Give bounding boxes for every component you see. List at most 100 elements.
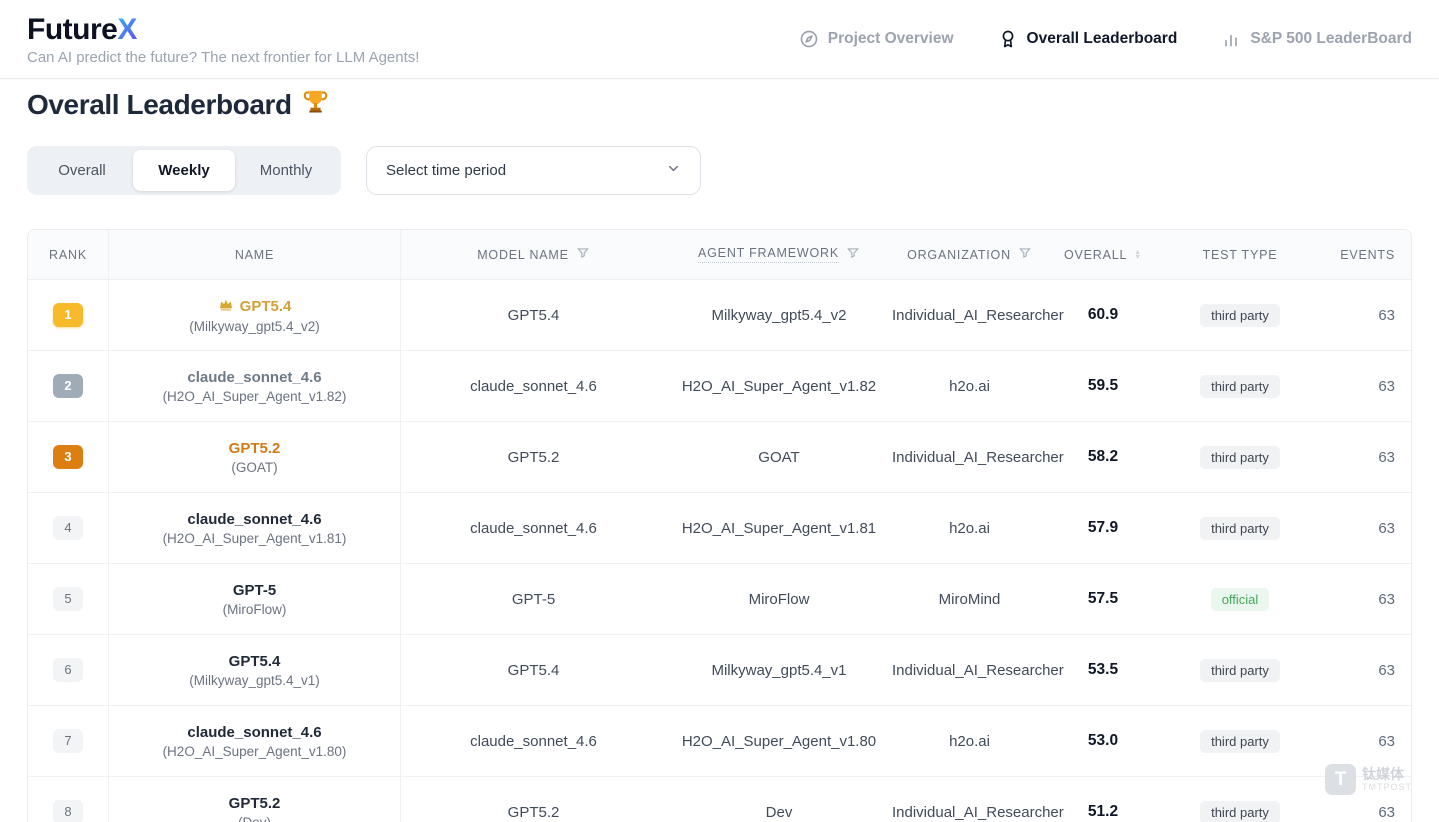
controls-row: Overall Weekly Monthly Select time perio…: [27, 146, 1412, 195]
cell-organization: Individual_AI_Researcher: [892, 777, 1047, 822]
top-bar: FutureX Can AI predict the future? The n…: [0, 0, 1439, 79]
agent-name: GPT5.4: [109, 296, 400, 316]
nav-label: S&P 500 LeaderBoard: [1250, 30, 1412, 48]
period-tab-group: Overall Weekly Monthly: [27, 146, 341, 195]
cell-framework: H2O_AI_Super_Agent_v1.81: [666, 493, 892, 564]
rank-badge: 7: [53, 729, 83, 753]
test-type-badge: third party: [1200, 446, 1280, 469]
col-header-organization[interactable]: ORGANIZATION: [892, 230, 1047, 280]
rank-badge: 2: [53, 374, 83, 398]
table-row[interactable]: 8 GPT5.2(Dev) GPT5.2 Dev Individual_AI_R…: [28, 777, 1412, 822]
agent-subname: (H2O_AI_Super_Agent_v1.80): [109, 744, 400, 759]
watermark-cjk-text: 钛媒体: [1362, 767, 1412, 782]
cell-framework: H2O_AI_Super_Agent_v1.80: [666, 706, 892, 777]
agent-name: claude_sonnet_4.6: [109, 511, 400, 528]
time-period-select[interactable]: Select time period: [366, 146, 701, 195]
test-type-badge: third party: [1200, 304, 1280, 327]
cell-events: 63: [1321, 422, 1412, 493]
cell-framework: H2O_AI_Super_Agent_v1.82: [666, 351, 892, 422]
bar-chart-icon: [1221, 29, 1241, 49]
cell-model: claude_sonnet_4.6: [401, 706, 666, 777]
cell-overall-score: 51.2: [1047, 777, 1159, 822]
agent-name: GPT5.2: [109, 795, 400, 812]
test-type-badge: third party: [1200, 659, 1280, 682]
agent-subname: (MiroFlow): [109, 602, 400, 617]
filter-icon[interactable]: [576, 246, 590, 263]
tmtpost-logo-icon: T: [1325, 764, 1356, 795]
cell-overall-score: 60.9: [1047, 280, 1159, 351]
agent-subname: (H2O_AI_Super_Agent_v1.82): [109, 389, 400, 404]
filter-icon[interactable]: [1018, 246, 1032, 263]
cell-overall-score: 57.9: [1047, 493, 1159, 564]
rank-badge: 5: [53, 587, 83, 611]
agent-name: claude_sonnet_4.6: [109, 724, 400, 741]
logo-text-future: Future: [27, 13, 117, 46]
cell-organization: h2o.ai: [892, 351, 1047, 422]
main-nav: Project Overview Overall Leaderboard S&P…: [799, 29, 1412, 49]
table-row[interactable]: 4 claude_sonnet_4.6(H2O_AI_Super_Agent_v…: [28, 493, 1412, 564]
leaderboard-table-card: RANK NAME MODEL NAME AGENT FRAMEWORK ORG…: [27, 229, 1412, 822]
col-header-overall[interactable]: OVERALL▲▼: [1047, 230, 1159, 280]
rank-badge: 1: [53, 303, 83, 327]
rank-badge: 3: [53, 445, 83, 469]
cell-overall-score: 57.5: [1047, 564, 1159, 635]
crown-icon: [218, 296, 234, 316]
table-row[interactable]: 7 claude_sonnet_4.6(H2O_AI_Super_Agent_v…: [28, 706, 1412, 777]
nav-item-project-overview[interactable]: Project Overview: [799, 29, 954, 49]
sort-icon[interactable]: ▲▼: [1134, 250, 1142, 260]
nav-item-sp500-leaderboard[interactable]: S&P 500 LeaderBoard: [1221, 29, 1412, 49]
col-header-name: NAME: [109, 230, 401, 280]
cell-overall-score: 58.2: [1047, 422, 1159, 493]
test-type-badge: third party: [1200, 517, 1280, 540]
tab-monthly[interactable]: Monthly: [235, 150, 337, 191]
agent-subname: (GOAT): [109, 460, 400, 475]
cell-events: 63: [1321, 493, 1412, 564]
test-type-badge: third party: [1200, 801, 1280, 822]
tmtpost-watermark: T 钛媒体 TMTPOST: [1325, 764, 1412, 795]
table-row[interactable]: 3 GPT5.2(GOAT) GPT5.2 GOAT Individual_AI…: [28, 422, 1412, 493]
page-title: Overall Leaderboard: [27, 88, 1412, 122]
cell-model: GPT5.4: [401, 635, 666, 706]
table-row[interactable]: 5 GPT-5(MiroFlow) GPT-5 MiroFlow MiroMin…: [28, 564, 1412, 635]
tab-weekly[interactable]: Weekly: [133, 150, 235, 191]
filter-icon[interactable]: [846, 246, 860, 263]
cell-organization: h2o.ai: [892, 493, 1047, 564]
table-row[interactable]: 1 GPT5.4(Milkyway_gpt5.4_v2) GPT5.4 Milk…: [28, 280, 1412, 351]
nav-item-overall-leaderboard[interactable]: Overall Leaderboard: [998, 29, 1178, 49]
agent-name: GPT-5: [109, 582, 400, 599]
cell-events: 63: [1321, 635, 1412, 706]
nav-label: Project Overview: [828, 30, 954, 48]
cell-model: GPT5.2: [401, 777, 666, 822]
cell-framework: Milkyway_gpt5.4_v2: [666, 280, 892, 351]
logo-text-x: X: [117, 13, 137, 46]
col-header-rank: RANK: [28, 230, 109, 280]
col-header-model-name[interactable]: MODEL NAME: [401, 230, 666, 280]
test-type-badge: third party: [1200, 375, 1280, 398]
chevron-down-icon: [666, 161, 681, 181]
logo[interactable]: FutureX: [27, 14, 419, 46]
cell-overall-score: 53.5: [1047, 635, 1159, 706]
agent-subname: (Dev): [109, 815, 400, 822]
page-title-text: Overall Leaderboard: [27, 89, 292, 121]
tab-overall[interactable]: Overall: [31, 150, 133, 191]
col-header-agent-framework[interactable]: AGENT FRAMEWORK: [666, 230, 892, 280]
cell-model: claude_sonnet_4.6: [401, 493, 666, 564]
brand-tagline: Can AI predict the future? The next fron…: [27, 49, 419, 66]
brand-block: FutureX Can AI predict the future? The n…: [27, 12, 419, 66]
cell-organization: Individual_AI_Researcher: [892, 422, 1047, 493]
agent-name: GPT5.4: [109, 653, 400, 670]
table-row[interactable]: 2 claude_sonnet_4.6(H2O_AI_Super_Agent_v…: [28, 351, 1412, 422]
cell-framework: Milkyway_gpt5.4_v1: [666, 635, 892, 706]
cell-model: GPT5.4: [401, 280, 666, 351]
cell-model: GPT-5: [401, 564, 666, 635]
cell-overall-score: 59.5: [1047, 351, 1159, 422]
cell-organization: MiroMind: [892, 564, 1047, 635]
cell-events: 63: [1321, 351, 1412, 422]
cell-organization: Individual_AI_Researcher: [892, 280, 1047, 351]
cell-framework: MiroFlow: [666, 564, 892, 635]
rank-badge: 8: [53, 800, 83, 822]
table-row[interactable]: 6 GPT5.4(Milkyway_gpt5.4_v1) GPT5.4 Milk…: [28, 635, 1412, 706]
cell-organization: Individual_AI_Researcher: [892, 635, 1047, 706]
test-type-badge: official: [1211, 588, 1270, 611]
watermark-latin-text: TMTPOST: [1362, 782, 1412, 793]
